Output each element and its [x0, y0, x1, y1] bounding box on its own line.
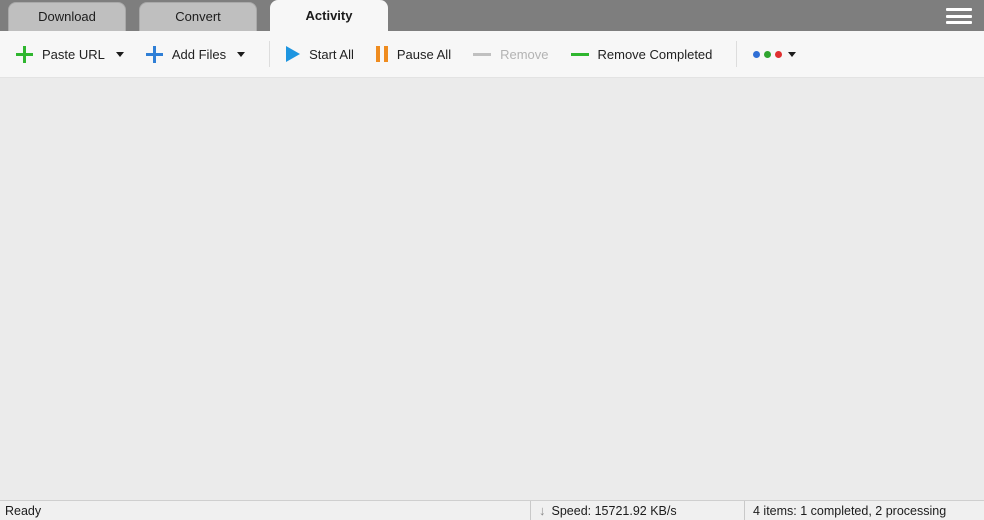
tab-download[interactable]: Download — [8, 2, 126, 31]
toolbar: Paste URL Add Files Start All Pause All … — [0, 31, 984, 78]
paste-url-label: Paste URL — [42, 47, 105, 62]
toolbar-separator — [736, 41, 737, 67]
pause-all-button[interactable]: Pause All — [376, 46, 451, 62]
toolbar-separator — [269, 41, 270, 67]
speed-status: ↓ Speed: 15721.92 KB/s — [530, 501, 744, 520]
dash-icon — [571, 53, 589, 56]
ready-status: Ready — [0, 504, 530, 518]
speed-text: Speed: 15721.92 KB/s — [552, 504, 677, 518]
tab-convert[interactable]: Convert — [139, 2, 257, 31]
remove-completed-label: Remove Completed — [598, 47, 713, 62]
download-arrow-icon: ↓ — [539, 503, 546, 518]
add-files-label: Add Files — [172, 47, 226, 62]
color-dots-icon — [753, 51, 782, 58]
plus-icon — [16, 46, 33, 63]
dash-icon — [473, 53, 491, 56]
more-options-button[interactable] — [753, 51, 796, 58]
tab-activity[interactable]: Activity — [270, 0, 388, 31]
remove-completed-button[interactable]: Remove Completed — [571, 47, 713, 62]
start-all-label: Start All — [309, 47, 354, 62]
download-list — [0, 78, 984, 94]
play-icon — [286, 46, 300, 62]
items-summary: 4 items: 1 completed, 2 processing — [744, 501, 984, 520]
chevron-down-icon[interactable] — [237, 52, 245, 57]
menu-button[interactable] — [946, 7, 972, 25]
add-files-button[interactable]: Add Files — [146, 46, 245, 63]
pause-icon — [376, 46, 388, 62]
status-bar: Ready ↓ Speed: 15721.92 KB/s 4 items: 1 … — [0, 500, 984, 520]
chevron-down-icon[interactable] — [116, 52, 124, 57]
paste-url-button[interactable]: Paste URL — [16, 46, 124, 63]
remove-button: Remove — [473, 47, 548, 62]
chevron-down-icon — [788, 52, 796, 57]
start-all-button[interactable]: Start All — [286, 46, 354, 62]
pause-all-label: Pause All — [397, 47, 451, 62]
remove-label: Remove — [500, 47, 548, 62]
tab-strip: Download Convert Activity — [0, 0, 984, 31]
plus-icon — [146, 46, 163, 63]
